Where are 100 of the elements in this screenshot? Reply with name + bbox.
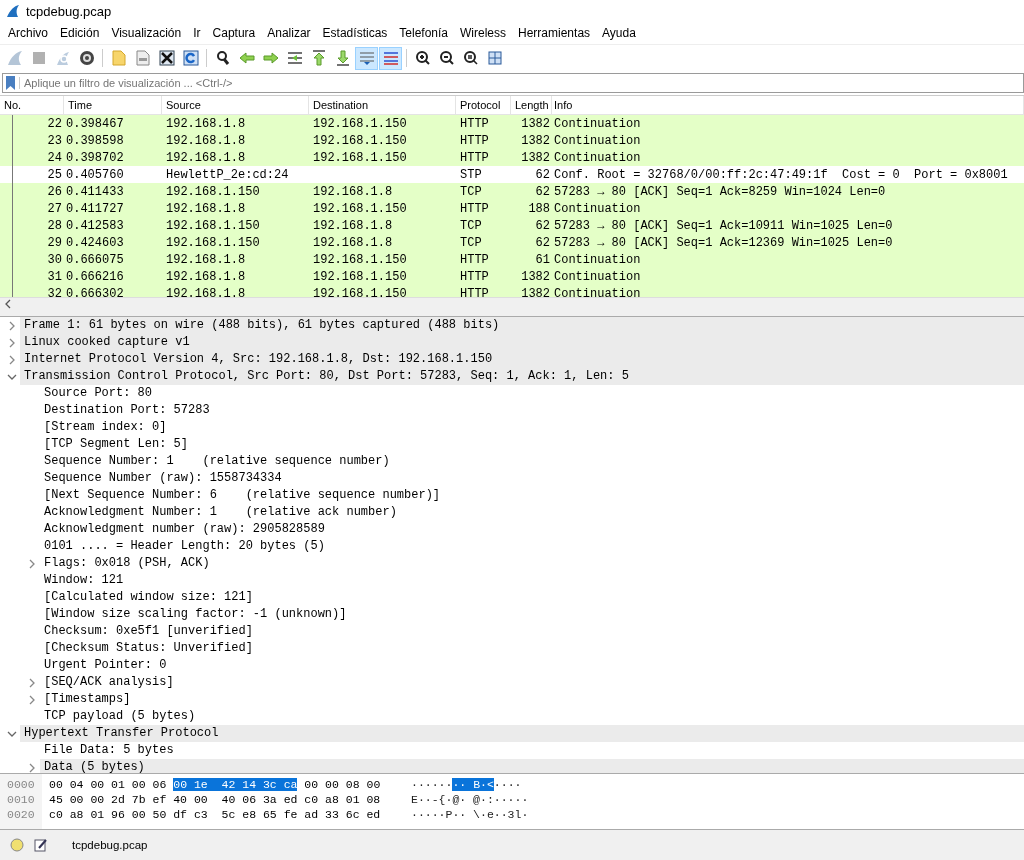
tree-item[interactable]: Frame 1: 61 bytes on wire (488 bits), 61 bytes captured (488 bits) bbox=[20, 317, 1024, 334]
menu-item[interactable]: Telefonía bbox=[393, 26, 454, 40]
status-file-name: tcpdebug.pcap bbox=[72, 839, 148, 851]
table-cell: TCP bbox=[460, 235, 482, 250]
hex-bytes[interactable]: 00 04 00 01 00 06 00 1e 42 14 3c ca 00 00 08 00 bbox=[42, 778, 411, 791]
menu-item[interactable]: Visualización bbox=[105, 26, 188, 40]
chevron-right-icon[interactable] bbox=[28, 677, 36, 688]
table-cell: 23 bbox=[47, 133, 62, 148]
packet-row[interactable]: 31 0.666216 192.168.1.8 192.168.1.150 HTTP 1382 Continuation bbox=[0, 268, 1024, 285]
tree-item[interactable]: Internet Protocol Version 4, Src: 192.168.1.8, Dst: 192.168.1.150 bbox=[20, 351, 1024, 368]
table-cell: 192.168.1.150 bbox=[166, 184, 260, 199]
tree-item[interactable]: Data (5 bytes) bbox=[40, 759, 1024, 773]
column-header[interactable]: Time bbox=[64, 96, 162, 114]
packet-row[interactable]: 29 0.424603 192.168.1.150 192.168.1.8 TCP 62 57283 → 80 [ACK] Seq=1 Ack=12369 Win=1025 Len=0 bbox=[0, 234, 1024, 251]
table-cell: 192.168.1.8 bbox=[166, 150, 246, 165]
menu-item[interactable]: Analizar bbox=[261, 26, 317, 40]
status-circle-icon[interactable] bbox=[10, 838, 24, 852]
tree-item[interactable]: [Stream index: 0] bbox=[40, 419, 1024, 436]
column-header[interactable]: Length bbox=[511, 96, 552, 114]
chevron-right-icon[interactable] bbox=[8, 354, 16, 365]
edit-icon[interactable] bbox=[34, 838, 48, 852]
tree-item[interactable]: File Data: 5 bytes bbox=[40, 742, 1024, 759]
chevron-down-icon[interactable] bbox=[7, 372, 17, 381]
table-cell: HTTP bbox=[460, 116, 489, 131]
table-cell: 192.168.1.8 bbox=[166, 133, 246, 148]
menu-item[interactable]: Ir bbox=[187, 26, 207, 40]
chevron-right-icon[interactable] bbox=[28, 694, 36, 705]
packet-row[interactable]: 23 0.398598 192.168.1.8 192.168.1.150 HTTP 1382 Continuation bbox=[0, 132, 1024, 149]
table-cell: Continuation bbox=[554, 150, 641, 165]
hex-bytes[interactable]: c0 a8 01 96 00 50 df c3 5c e8 65 fe ad 33 6c ed bbox=[42, 808, 411, 821]
column-header[interactable]: Source bbox=[162, 96, 309, 114]
tree-item[interactable]: [Window size scaling factor: -1 (unknown)] bbox=[40, 606, 1024, 623]
colorize-button[interactable] bbox=[379, 46, 402, 70]
chevron-left-icon[interactable] bbox=[4, 299, 12, 309]
tree-item[interactable]: Window: 121 bbox=[40, 572, 1024, 589]
tree-item[interactable]: [Next Sequence Number: 6 (relative sequence number)] bbox=[40, 487, 1024, 504]
tree-item[interactable]: Acknowledgment Number: 1 (relative ack number) bbox=[40, 504, 1024, 521]
tree-item[interactable]: [SEQ/ACK analysis] bbox=[40, 674, 1024, 691]
tree-item[interactable]: [TCP Segment Len: 5] bbox=[40, 436, 1024, 453]
packet-row[interactable]: 32 0.666302 192.168.1.8 192.168.1.150 HTTP 1382 Continuation bbox=[0, 285, 1024, 297]
display-filter-field[interactable]: Aplique un filtro de visualización ... <Ctrl-/> bbox=[2, 73, 1024, 93]
table-cell: 192.168.1.150 bbox=[166, 235, 260, 250]
column-header[interactable]: Destination bbox=[309, 96, 456, 114]
tree-item[interactable]: Source Port: 80 bbox=[40, 385, 1024, 402]
menu-item[interactable]: Herramientas bbox=[512, 26, 597, 40]
table-cell: Continuation bbox=[554, 252, 641, 267]
ascii-bytes[interactable]: E··-{·@· @·:····· bbox=[411, 793, 529, 806]
table-cell: 62 bbox=[535, 218, 550, 233]
table-cell: 192.168.1.8 bbox=[313, 184, 393, 199]
tree-item[interactable]: Sequence Number: 1 (relative sequence number) bbox=[40, 453, 1024, 470]
back-icon bbox=[237, 49, 256, 67]
column-header[interactable]: Info bbox=[552, 96, 1024, 114]
table-cell: 28 bbox=[47, 218, 62, 233]
go-to-icon bbox=[285, 49, 304, 67]
tree-item[interactable]: Transmission Control Protocol, Src Port: 80, Dst Port: 57283, Seq: 1, Ack: 1, Len: 5 bbox=[20, 368, 1024, 385]
packet-row[interactable]: 27 0.411727 192.168.1.8 192.168.1.150 HTTP 188 Continuation bbox=[0, 200, 1024, 217]
packet-row[interactable]: 28 0.412583 192.168.1.150 192.168.1.8 TCP 62 57283 → 80 [ACK] Seq=1 Ack=10911 Win=1025 Len=0 bbox=[0, 217, 1024, 234]
tree-item[interactable]: [Checksum Status: Unverified] bbox=[40, 640, 1024, 657]
chevron-right-icon[interactable] bbox=[8, 320, 16, 331]
packet-row[interactable]: 26 0.411433 192.168.1.150 192.168.1.8 TCP 62 57283 → 80 [ACK] Seq=1 Ack=8259 Win=1024 Len=0 bbox=[0, 183, 1024, 200]
tree-item[interactable]: Urgent Pointer: 0 bbox=[40, 657, 1024, 674]
tree-item[interactable]: [Calculated window size: 121] bbox=[40, 589, 1024, 606]
ascii-bytes[interactable]: ·····P·· \·e··3l· bbox=[411, 808, 529, 821]
table-cell: 1382 bbox=[521, 269, 550, 284]
chevron-right-icon[interactable] bbox=[8, 337, 16, 348]
menu-item[interactable]: Ayuda bbox=[596, 26, 642, 40]
tree-item[interactable]: Hypertext Transfer Protocol bbox=[20, 725, 1024, 742]
menu-item[interactable]: Estadísticas bbox=[316, 26, 394, 40]
gear-icon bbox=[77, 49, 96, 67]
column-header[interactable]: No. bbox=[0, 96, 64, 114]
hex-bytes[interactable]: 45 00 00 2d 7b ef 40 00 40 06 3a ed c0 a8 01 08 bbox=[42, 793, 411, 806]
tree-item[interactable]: [Timestamps] bbox=[40, 691, 1024, 708]
tree-item[interactable]: Destination Port: 57283 bbox=[40, 402, 1024, 419]
menu-item[interactable]: Captura bbox=[206, 26, 262, 40]
chevron-right-icon[interactable] bbox=[28, 558, 36, 569]
horizontal-scrollbar[interactable] bbox=[0, 297, 1024, 310]
packet-row[interactable]: 24 0.398702 192.168.1.8 192.168.1.150 HTTP 1382 Continuation bbox=[0, 149, 1024, 166]
autoscroll-button[interactable] bbox=[355, 46, 378, 70]
column-header[interactable]: Protocol bbox=[456, 96, 511, 114]
tree-item[interactable]: Sequence Number (raw): 1558734334 bbox=[40, 470, 1024, 487]
tree-item[interactable]: Checksum: 0xe5f1 [unverified] bbox=[40, 623, 1024, 640]
tree-item[interactable]: Acknowledgment number (raw): 2905828589 bbox=[40, 521, 1024, 538]
tree-item[interactable]: 0101 .... = Header Length: 20 bytes (5) bbox=[40, 538, 1024, 555]
table-cell: 26 bbox=[47, 184, 62, 199]
chevron-down-icon[interactable] bbox=[7, 729, 17, 738]
bookmark-icon bbox=[6, 76, 15, 90]
table-cell: 192.168.1.150 bbox=[313, 201, 407, 216]
packet-row[interactable]: 22 0.398467 192.168.1.8 192.168.1.150 HTTP 1382 Continuation bbox=[0, 115, 1024, 132]
table-cell: 1382 bbox=[521, 286, 550, 297]
chevron-right-icon[interactable] bbox=[28, 762, 36, 773]
menu-item[interactable]: Archivo bbox=[2, 26, 54, 40]
tree-item[interactable]: Linux cooked capture v1 bbox=[20, 334, 1024, 351]
table-cell: HewlettP_2e:cd:24 bbox=[166, 167, 289, 182]
menu-item[interactable]: Edición bbox=[54, 26, 106, 40]
table-cell: Continuation bbox=[554, 269, 641, 284]
tree-item[interactable]: TCP payload (5 bytes) bbox=[40, 708, 1024, 725]
menu-item[interactable]: Wireless bbox=[454, 26, 513, 40]
tree-item[interactable]: Flags: 0x018 (PSH, ACK) bbox=[40, 555, 1024, 572]
packet-row[interactable]: 30 0.666075 192.168.1.8 192.168.1.150 HTTP 61 Continuation bbox=[0, 251, 1024, 268]
table-cell: 192.168.1.8 bbox=[166, 269, 246, 284]
